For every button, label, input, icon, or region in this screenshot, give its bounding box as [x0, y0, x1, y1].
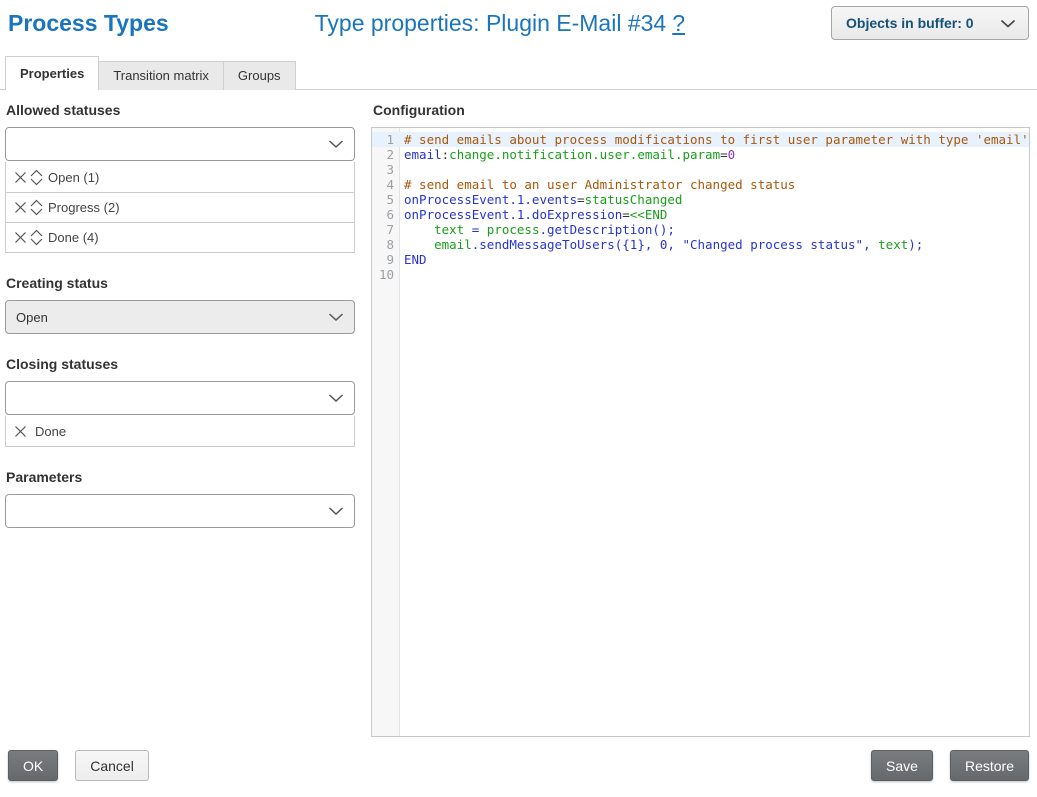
code-line: 1# send emails about process modificatio… [372, 132, 1029, 147]
tab-groups[interactable]: Groups [224, 61, 296, 90]
closing-statuses-list: Done [5, 416, 355, 447]
chevron-down-icon [1000, 19, 1016, 28]
chevron-down-icon [328, 140, 344, 149]
code-line-text: END [400, 252, 1029, 267]
configuration-code-editor[interactable]: 1# send emails about process modificatio… [371, 127, 1030, 737]
chevron-down-icon [328, 507, 344, 516]
code-line-text: email:change.notification.user.email.par… [400, 147, 1029, 162]
status-list-item[interactable]: Done [6, 416, 354, 446]
creating-status-section: Creating status Open [5, 275, 355, 334]
code-line: 6onProcessEvent.1.doExpression=<<END [372, 207, 1029, 222]
status-item-label: Done (4) [48, 230, 99, 245]
code-line-text: text = process.getDescription(); [400, 222, 1029, 237]
remove-icon[interactable] [14, 171, 27, 184]
parameters-section: Parameters [5, 469, 355, 528]
right-panel: Configuration 1# send emails about proce… [371, 102, 1030, 737]
footer-left-buttons: OK Cancel [8, 750, 149, 781]
page-title: Process Types [8, 6, 169, 37]
tab-properties[interactable]: Properties [5, 56, 99, 90]
code-lines: 1# send emails about process modificatio… [372, 128, 1029, 282]
code-line: 8 email.sendMessageToUsers({1}, 0, "Chan… [372, 237, 1029, 252]
code-line: 5onProcessEvent.1.events=statusChanged [372, 192, 1029, 207]
chevron-down-icon [328, 313, 344, 322]
status-item-label: Done [35, 424, 66, 439]
sort-handle-icon[interactable] [29, 229, 44, 246]
code-line-text: email.sendMessageToUsers({1}, 0, "Change… [400, 237, 1029, 252]
code-line: 7 text = process.getDescription(); [372, 222, 1029, 237]
line-number: 3 [372, 162, 400, 177]
code-line-text: onProcessEvent.1.doExpression=<<END [400, 207, 1029, 222]
line-number: 5 [372, 192, 400, 207]
sort-handle-icon[interactable] [29, 199, 44, 216]
allowed-statuses-select[interactable] [5, 127, 355, 161]
dialog-title-text: Type properties: Plugin E-Mail #34 [315, 10, 667, 36]
tab-transition-matrix[interactable]: Transition matrix [99, 61, 224, 90]
line-number: 1 [372, 132, 400, 147]
code-line-text: # send emails about process modification… [400, 132, 1029, 147]
save-button[interactable]: Save [871, 750, 933, 781]
tab-bar: Properties Transition matrix Groups [5, 56, 1037, 90]
code-line: 9END [372, 252, 1029, 267]
footer-right-buttons: Save Restore [871, 750, 1029, 781]
footer: OK Cancel Save Restore [0, 737, 1037, 781]
code-line-text: # send email to an user Administrator ch… [400, 177, 1029, 192]
code-line-text: onProcessEvent.1.events=statusChanged [400, 192, 1029, 207]
remove-icon[interactable] [14, 201, 27, 214]
line-number: 6 [372, 207, 400, 222]
line-number: 7 [372, 222, 400, 237]
left-panel: Allowed statuses Open (1) Progress (2) Don… [5, 102, 355, 737]
header: Process Types Type properties: Plugin E-… [0, 0, 1037, 52]
help-link[interactable]: ? [672, 10, 685, 36]
line-number: 10 [372, 267, 400, 282]
status-list-item[interactable]: Open (1) [6, 162, 354, 192]
creating-status-select-value: Open [16, 310, 48, 325]
line-number: 9 [372, 252, 400, 267]
code-line: 3 [372, 162, 1029, 177]
parameters-select[interactable] [5, 494, 355, 528]
remove-icon[interactable] [14, 425, 27, 438]
cancel-button[interactable]: Cancel [75, 750, 149, 781]
allowed-statuses-section: Allowed statuses Open (1) Progress (2) Don… [5, 102, 355, 253]
code-line: 2email:change.notification.user.email.pa… [372, 147, 1029, 162]
main-content: Allowed statuses Open (1) Progress (2) Don… [0, 102, 1037, 737]
closing-statuses-label: Closing statuses [6, 356, 355, 372]
closing-statuses-section: Closing statuses Done [5, 356, 355, 447]
configuration-label: Configuration [373, 102, 1030, 118]
line-number: 8 [372, 237, 400, 252]
code-line-text [400, 162, 1029, 177]
status-list-item[interactable]: Done (4) [6, 222, 354, 252]
chevron-down-icon [328, 394, 344, 403]
remove-icon[interactable] [14, 231, 27, 244]
status-item-label: Open (1) [48, 170, 99, 185]
allowed-statuses-list: Open (1) Progress (2) Done (4) [5, 162, 355, 253]
creating-status-select[interactable]: Open [5, 300, 355, 334]
code-line: 10 [372, 267, 1029, 282]
parameters-label: Parameters [6, 469, 355, 485]
allowed-statuses-label: Allowed statuses [6, 102, 355, 118]
status-list-item[interactable]: Progress (2) [6, 192, 354, 222]
line-number: 2 [372, 147, 400, 162]
objects-in-buffer-dropdown[interactable]: Objects in buffer: 0 [831, 6, 1029, 40]
closing-statuses-select[interactable] [5, 381, 355, 415]
line-number: 4 [372, 177, 400, 192]
ok-button[interactable]: OK [8, 750, 58, 781]
status-item-label: Progress (2) [48, 200, 120, 215]
code-line: 4# send email to an user Administrator c… [372, 177, 1029, 192]
code-line-text [400, 267, 1029, 282]
objects-in-buffer-label: Objects in buffer: 0 [846, 15, 974, 31]
sort-handle-icon[interactable] [29, 169, 44, 186]
dialog-title: Type properties: Plugin E-Mail #34? [169, 6, 831, 37]
restore-button[interactable]: Restore [950, 750, 1029, 781]
creating-status-label: Creating status [6, 275, 355, 291]
